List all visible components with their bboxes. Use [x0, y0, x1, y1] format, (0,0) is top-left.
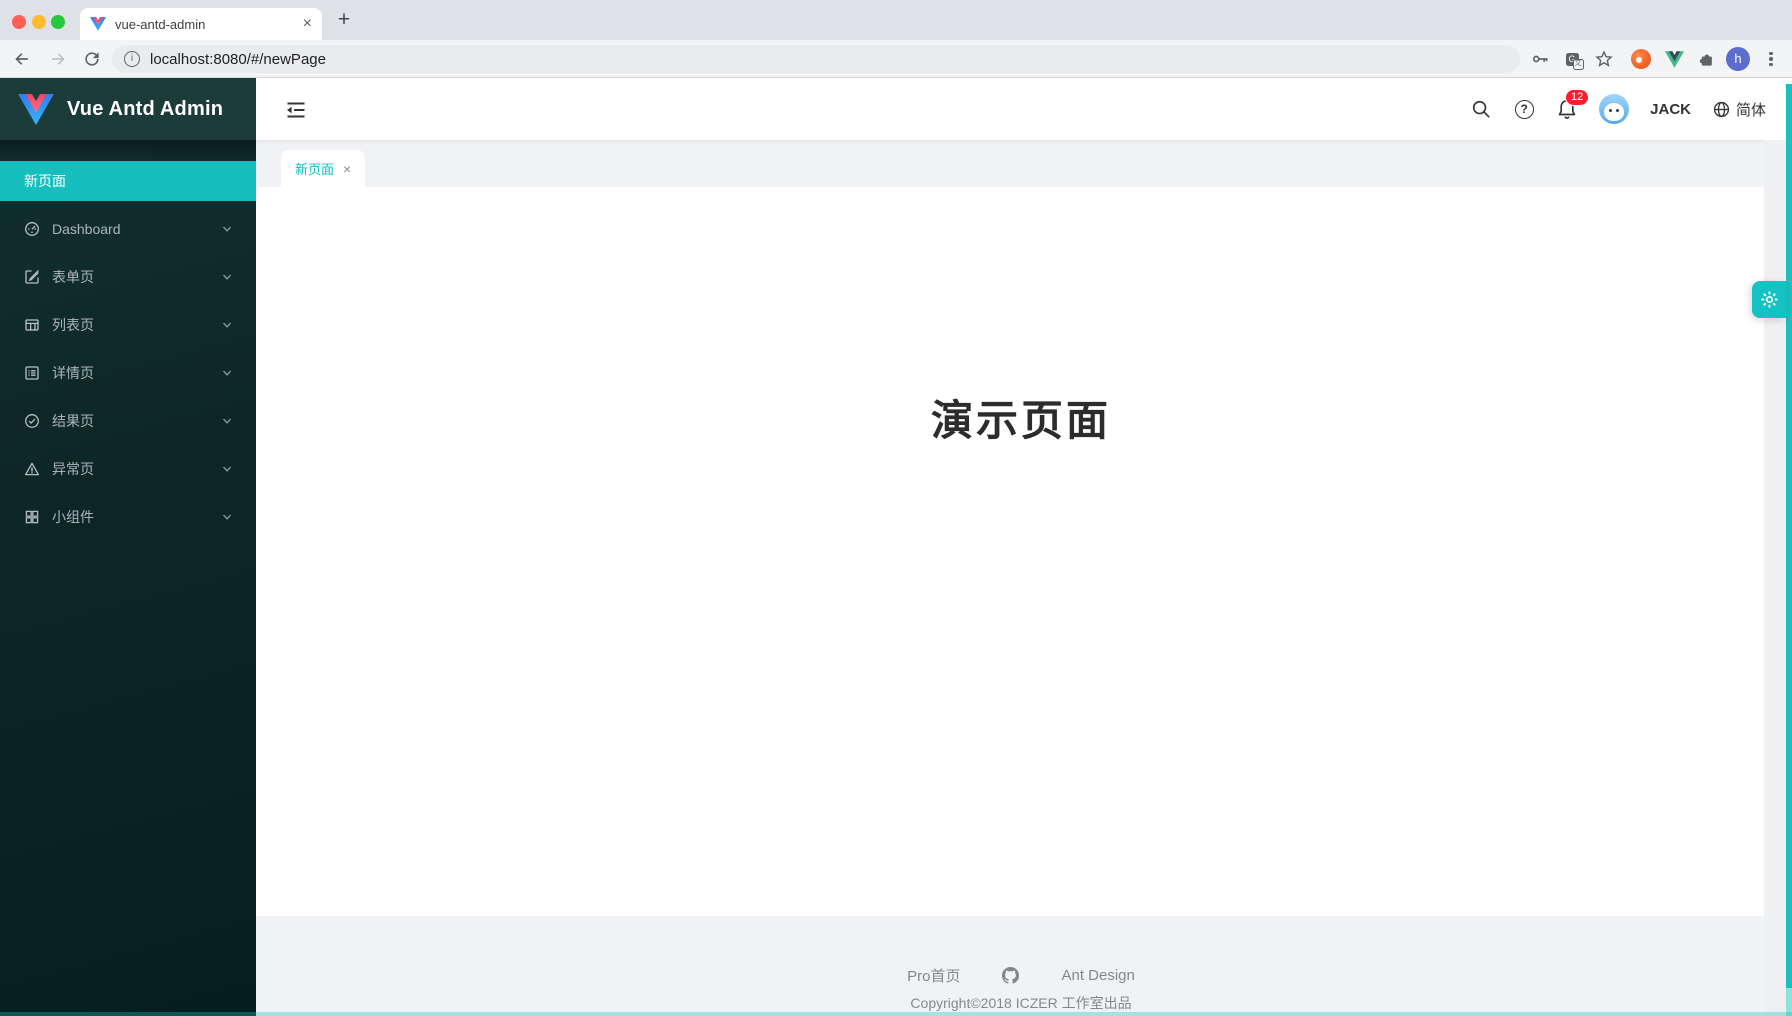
vue-logo-icon: [18, 94, 54, 125]
window-maximize-button[interactable]: [51, 15, 65, 29]
page-tabbar: 新页面 ×: [256, 140, 1792, 187]
browser-profile-avatar[interactable]: h: [1726, 47, 1750, 71]
language-switcher[interactable]: 简体: [1712, 99, 1766, 120]
chevron-down-icon: [222, 272, 232, 282]
footer-link-pro[interactable]: Pro首页: [907, 965, 960, 986]
warning-icon: [24, 461, 40, 477]
chevron-down-icon: [222, 512, 232, 522]
chevron-down-icon: [222, 464, 232, 474]
language-label: 简体: [1736, 99, 1766, 120]
sidebar-item-label: 小组件: [52, 507, 94, 527]
page-tab-active[interactable]: 新页面 ×: [281, 150, 365, 187]
address-bar[interactable]: i localhost:8080/#/newPage: [112, 45, 1520, 73]
sidebar-item-label: 列表页: [52, 315, 94, 335]
page-title: 演示页面: [931, 387, 1111, 439]
sidebar-item-widgets[interactable]: 小组件: [0, 497, 256, 537]
bookmark-star-icon[interactable]: [1592, 47, 1616, 71]
browser-tabstrip: vue-antd-admin × +: [0, 0, 1792, 40]
page-footer: Pro首页 Ant Design Copyright©2018 ICZER 工作…: [256, 916, 1786, 1016]
page-tab-close-icon[interactable]: ×: [343, 162, 351, 176]
chevron-down-icon: [222, 368, 232, 378]
sidebar-item-label: Dashboard: [52, 221, 121, 237]
chevron-down-icon: [222, 320, 232, 330]
sidebar-item-label: 表单页: [52, 267, 94, 287]
vue-favicon-icon: [90, 16, 106, 32]
footer-links: Pro首页 Ant Design: [907, 965, 1135, 986]
username[interactable]: JACK: [1650, 101, 1691, 118]
page-info-icon[interactable]: i: [124, 51, 140, 67]
chevron-down-icon: [222, 416, 232, 426]
notification-badge: 12: [1565, 89, 1589, 106]
app-title: Vue Antd Admin: [67, 98, 223, 121]
help-icon[interactable]: ?: [1513, 98, 1535, 120]
app-logo[interactable]: Vue Antd Admin: [0, 78, 256, 140]
footer-link-antd[interactable]: Ant Design: [1061, 967, 1134, 984]
reload-icon[interactable]: [82, 49, 102, 69]
url-text: localhost:8080/#/newPage: [150, 51, 326, 68]
sidebar-item-label: 详情页: [52, 363, 94, 383]
password-key-icon[interactable]: [1528, 47, 1552, 71]
menu-fold-icon[interactable]: [284, 98, 308, 122]
sidebar: Vue Antd Admin 新页面 Dashboard: [0, 78, 256, 1016]
sidebar-item-exception-pages[interactable]: 异常页: [0, 449, 256, 489]
user-avatar[interactable]: [1599, 94, 1629, 124]
extensions-puzzle-icon[interactable]: [1694, 47, 1718, 71]
browser-tab[interactable]: vue-antd-admin ×: [80, 8, 322, 40]
table-icon: [24, 317, 40, 333]
main-content: 演示页面: [256, 187, 1786, 916]
page-tab-label: 新页面: [295, 159, 334, 178]
notification-bell-icon[interactable]: 12: [1556, 98, 1578, 120]
back-icon[interactable]: [12, 49, 32, 69]
window-minimize-button[interactable]: [32, 15, 46, 29]
sidebar-item-list-pages[interactable]: 列表页: [0, 305, 256, 345]
form-icon: [24, 269, 40, 285]
browser-window: vue-antd-admin × + i localhost:8080/#/ne…: [0, 0, 1792, 1016]
bottom-scrollbar[interactable]: [0, 1012, 1792, 1016]
new-tab-button[interactable]: +: [332, 9, 356, 33]
sidebar-item-label: 结果页: [52, 411, 94, 431]
github-icon[interactable]: [1002, 967, 1019, 984]
profile-icon: [24, 365, 40, 381]
sidebar-item-form-pages[interactable]: 表单页: [0, 257, 256, 297]
app-header: ? 12 JACK 简体: [256, 78, 1792, 140]
theme-scrollbar-rail[interactable]: [1786, 84, 1792, 1016]
browser-tab-title: vue-antd-admin: [115, 17, 303, 32]
sidebar-item-new-page[interactable]: 新页面: [0, 161, 256, 201]
vue-devtools-extension-icon[interactable]: [1662, 47, 1686, 71]
sidebar-menu: 新页面 Dashboard 表单页: [0, 140, 256, 537]
dashboard-icon: [24, 221, 40, 237]
tab-close-icon[interactable]: ×: [303, 16, 312, 32]
sidebar-item-label: 新页面: [24, 171, 66, 191]
check-circle-icon: [24, 413, 40, 429]
sidebar-item-label: 异常页: [52, 459, 94, 479]
chevron-down-icon: [222, 224, 232, 234]
globe-icon: [1712, 100, 1731, 119]
appstore-icon: [24, 509, 40, 525]
gear-icon: [1759, 289, 1780, 310]
sidebar-item-result-pages[interactable]: 结果页: [0, 401, 256, 441]
search-icon[interactable]: [1470, 98, 1492, 120]
scrollbar-track[interactable]: [1764, 140, 1786, 1016]
translate-icon[interactable]: G文: [1560, 47, 1584, 71]
window-close-button[interactable]: [12, 15, 26, 29]
sidebar-item-dashboard[interactable]: Dashboard: [0, 209, 256, 249]
extension-orange-icon[interactable]: [1629, 47, 1653, 71]
header-actions: ? 12 JACK 简体: [1470, 78, 1766, 140]
sidebar-item-detail-pages[interactable]: 详情页: [0, 353, 256, 393]
forward-icon[interactable]: [48, 49, 68, 69]
browser-menu-icon[interactable]: [1759, 47, 1783, 71]
copyright: Copyright©2018 ICZER 工作室出品: [256, 993, 1786, 1013]
settings-button[interactable]: [1752, 281, 1786, 318]
